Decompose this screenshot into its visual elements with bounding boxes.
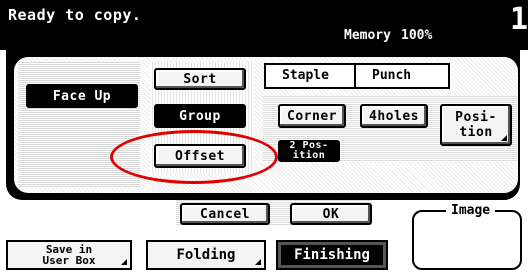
sort-button[interactable]: Sort	[154, 68, 246, 90]
corner-triangle-icon	[501, 135, 507, 141]
image-preview	[412, 210, 522, 270]
corner-triangle-icon	[255, 259, 261, 265]
group-button[interactable]: Group	[154, 104, 246, 128]
staple-label[interactable]: Staple	[282, 68, 329, 83]
two-position-label-line2: ition	[292, 150, 326, 161]
position-label-line1: Posi-	[455, 110, 497, 125]
four-holes-button[interactable]: 4holes	[360, 104, 428, 128]
page-indicator: 1	[510, 2, 528, 37]
four-holes-label: 4holes	[369, 108, 419, 124]
memory-value: 100%	[401, 28, 433, 43]
sort-label: Sort	[183, 71, 217, 87]
tab-finishing[interactable]: Finishing	[276, 240, 388, 270]
annotation-ring	[110, 130, 278, 184]
corner-button[interactable]: Corner	[278, 104, 346, 128]
group-label: Group	[179, 108, 221, 124]
memory-label: Memory	[344, 28, 391, 43]
corner-label: Corner	[287, 108, 337, 124]
save-label-line2: User Box	[42, 254, 96, 267]
cancel-button[interactable]: Cancel	[180, 203, 270, 225]
staple-punch-divider	[354, 63, 356, 89]
ok-button[interactable]: OK	[290, 203, 372, 225]
two-position-button[interactable]: 2 Pos- ition	[278, 140, 340, 162]
tab-save-in-user-box[interactable]: Save in User Box	[6, 240, 132, 270]
position-label-line2: tion	[459, 125, 493, 140]
cancel-label: Cancel	[200, 206, 250, 222]
image-label: Image	[446, 203, 496, 218]
tab-folding[interactable]: Folding	[146, 240, 266, 270]
face-up-button[interactable]: Face Up	[26, 84, 138, 108]
punch-label[interactable]: Punch	[372, 68, 411, 83]
finishing-label: Finishing	[294, 247, 370, 263]
status-message: Ready to copy.	[8, 6, 142, 24]
face-up-label: Face Up	[52, 88, 112, 104]
folding-label: Folding	[176, 247, 236, 263]
corner-triangle-icon	[121, 259, 127, 265]
position-button[interactable]: Posi- tion	[440, 104, 512, 146]
ok-label: OK	[322, 206, 340, 222]
